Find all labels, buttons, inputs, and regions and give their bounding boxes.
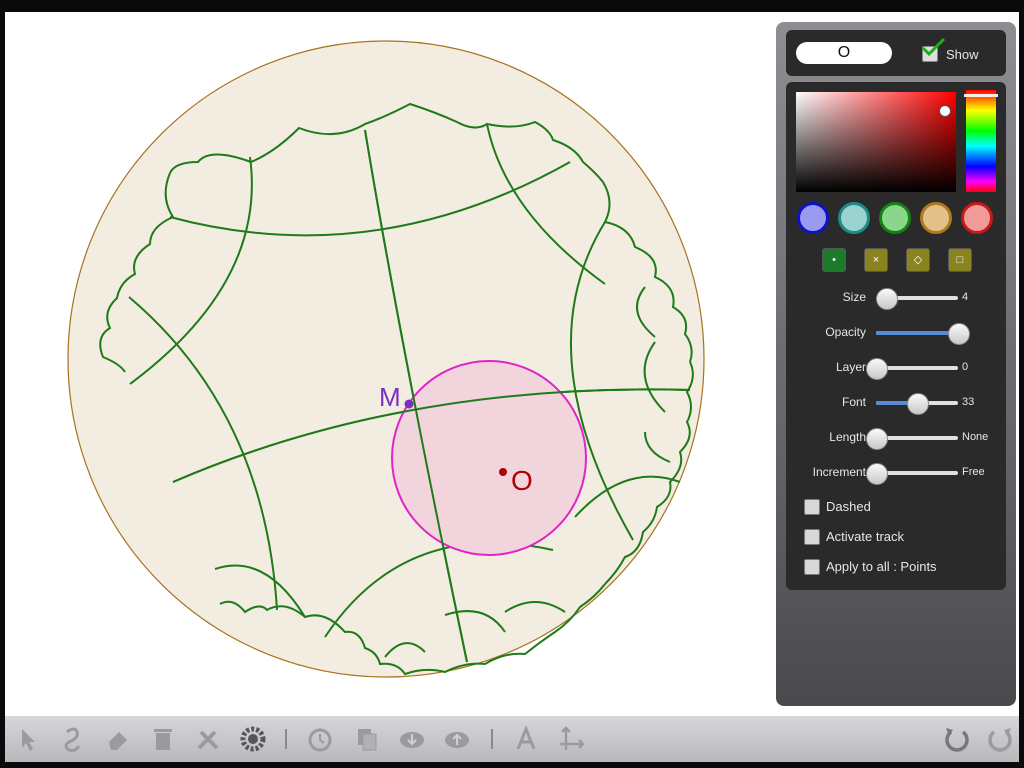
slider-size: Size 4 <box>786 288 1006 310</box>
slider-track[interactable] <box>876 393 958 415</box>
trash-icon[interactable] <box>148 724 178 754</box>
slider-value: None <box>962 431 989 443</box>
color-swatch[interactable] <box>879 202 911 234</box>
style-settings: • × ◇ □ Size 4 Opacity 1 Layer 0 Font 33 Length None… <box>786 82 1006 590</box>
slider-thumb[interactable] <box>907 393 929 415</box>
gear-icon[interactable] <box>238 724 268 754</box>
slider-track[interactable] <box>876 323 970 345</box>
slider-label: Font <box>841 395 866 409</box>
color-picker-cursor[interactable] <box>939 105 951 117</box>
slider-value: 33 <box>962 396 975 408</box>
slider-label: Size <box>842 290 866 304</box>
slider-value: 1 <box>962 326 969 338</box>
pointer-icon[interactable] <box>13 724 43 754</box>
checkbox-label: Apply to all : Points <box>826 559 937 574</box>
checkbox-label: Dashed <box>826 499 871 514</box>
name-section: Show <box>786 30 1006 76</box>
slider-label: Length <box>829 430 866 444</box>
slider-thumb[interactable] <box>866 428 888 450</box>
checkbox[interactable] <box>804 529 820 545</box>
slider-track[interactable] <box>866 463 958 485</box>
eraser-icon[interactable] <box>103 724 133 754</box>
tools-icon[interactable] <box>193 724 223 754</box>
toolbar-separator <box>285 729 287 749</box>
upload-icon[interactable] <box>442 724 472 754</box>
checkbox-label: Activate track <box>826 529 905 544</box>
toolbar-separator <box>491 729 493 749</box>
point-o[interactable] <box>499 468 507 476</box>
color-swatch[interactable] <box>961 202 993 234</box>
freehand-icon[interactable] <box>57 724 87 754</box>
hue-marker[interactable] <box>964 94 998 97</box>
dot-style-icon[interactable]: • <box>822 248 846 272</box>
slider-track[interactable] <box>866 358 958 380</box>
color-swatch[interactable] <box>797 202 829 234</box>
undo-icon[interactable] <box>941 724 971 754</box>
slider-track[interactable] <box>875 288 958 310</box>
slider-font: Font 33 <box>786 393 1006 415</box>
bottom-toolbar <box>5 716 1019 762</box>
slider-thumb[interactable] <box>866 358 888 380</box>
copy-icon[interactable] <box>352 724 382 754</box>
text-icon[interactable] <box>511 724 541 754</box>
slider-value: 0 <box>962 361 969 373</box>
slider-thumb[interactable] <box>866 463 888 485</box>
point-m-label: M <box>379 382 401 412</box>
slider-track[interactable] <box>866 428 958 450</box>
checkbox[interactable] <box>804 559 820 575</box>
object-name-input[interactable] <box>796 42 892 64</box>
saturation-brightness-picker[interactable] <box>796 92 956 192</box>
hue-slider[interactable] <box>966 90 996 192</box>
axes-icon[interactable] <box>556 724 586 754</box>
redo-icon[interactable] <box>986 724 1016 754</box>
slider-layer: Layer 0 <box>786 358 1006 380</box>
cross-style-icon[interactable]: × <box>864 248 888 272</box>
slider-value: 4 <box>962 291 969 303</box>
color-swatch[interactable] <box>838 202 870 234</box>
slider-length: Length None <box>786 428 1006 450</box>
diamond-style-icon[interactable]: ◇ <box>906 248 930 272</box>
square-style-icon[interactable]: □ <box>948 248 972 272</box>
point-m[interactable] <box>404 399 414 409</box>
download-icon[interactable] <box>397 724 427 754</box>
show-label: Show <box>946 47 979 62</box>
object-properties-panel: Show • × ◇ □ Size 4 Opacity 1 Layer 0 Font 33 Lengt… <box>776 22 1016 706</box>
slider-label: Increment <box>812 465 866 479</box>
slider-label: Opacity <box>825 325 866 339</box>
slider-increment: Increment Free <box>786 463 1006 485</box>
slider-opacity: Opacity 1 <box>786 323 1006 345</box>
history-icon[interactable] <box>305 724 335 754</box>
checkbox[interactable] <box>804 499 820 515</box>
checkmark-icon <box>921 37 946 57</box>
point-o-label: O <box>511 465 533 496</box>
circle-center-o[interactable] <box>391 360 587 556</box>
color-swatch[interactable] <box>920 202 952 234</box>
slider-value: Free <box>962 466 985 478</box>
slider-thumb[interactable] <box>875 288 898 310</box>
slider-label: Layer <box>835 360 866 374</box>
